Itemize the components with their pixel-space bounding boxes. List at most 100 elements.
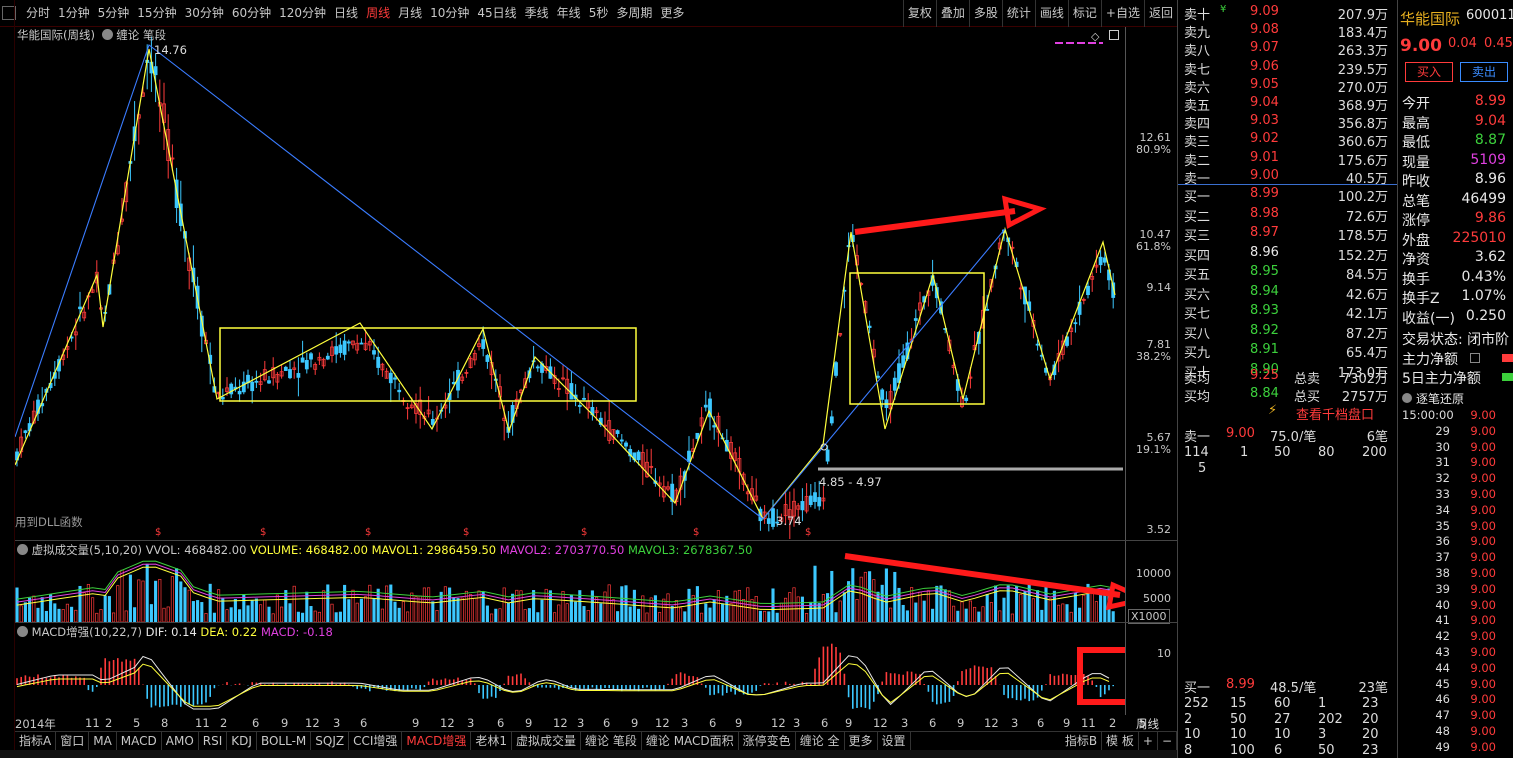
- panel-toggle-icon[interactable]: [1109, 30, 1119, 40]
- indicator-tab-right[interactable]: −: [1158, 731, 1177, 751]
- period-tab[interactable]: 45日线: [473, 0, 520, 27]
- time-axis: 2014年 11 2 5 8 11 2 6 9 12 3 6 9 12 3 6 9 12 3 6 9 12 3 6 9 12 3 6 9…: [15, 715, 1177, 731]
- indicator-tab[interactable]: 窗口: [56, 731, 90, 751]
- period-tab[interactable]: 60分钟: [228, 0, 275, 27]
- period-tab[interactable]: 月线: [394, 0, 426, 27]
- ask-row[interactable]: 卖五 9.04 368.9万: [1178, 95, 1398, 114]
- period-tab[interactable]: 周线: [362, 0, 394, 27]
- bid-row[interactable]: 买五 8.95 84.5万: [1178, 264, 1398, 283]
- indicator-tab[interactable]: 指标A: [15, 731, 57, 751]
- period-tab[interactable]: 5秒: [585, 0, 613, 27]
- volume-bar: [1031, 598, 1035, 623]
- volume-bar: [910, 587, 914, 623]
- candle-body: [485, 355, 490, 362]
- quote-field-label: 最低: [1402, 135, 1430, 151]
- buy-button[interactable]: 买入: [1405, 62, 1453, 82]
- quote-field-value: 0.250: [1465, 307, 1506, 324]
- indicator-tab-right[interactable]: +: [1139, 731, 1158, 751]
- indicator-tab[interactable]: MA: [89, 731, 117, 751]
- bid-row[interactable]: 买一 8.99 100.2万: [1178, 186, 1398, 205]
- volume-bar: [338, 611, 342, 623]
- vol-title[interactable]: 虚拟成交量(5,10,20): [32, 543, 142, 557]
- ask-row[interactable]: 卖二 9.01 175.6万: [1178, 150, 1398, 169]
- ask-row[interactable]: 卖七 9.06 239.5万: [1178, 59, 1398, 78]
- indicator-name[interactable]: 缠论 笔段: [116, 28, 166, 42]
- indicator-tab[interactable]: 涨停变色: [739, 731, 796, 751]
- period-tab[interactable]: 季线: [521, 0, 553, 27]
- price-change-pct: 0.45: [1484, 36, 1513, 51]
- macd-dropdown-icon[interactable]: [17, 626, 28, 637]
- period-tab[interactable]: 多周期: [612, 0, 656, 27]
- bid-row[interactable]: 买四 8.96 152.2万: [1178, 245, 1398, 264]
- volume-bar: [901, 604, 905, 623]
- sell-button[interactable]: 卖出: [1460, 62, 1508, 82]
- toolbar-button[interactable]: 标记: [1067, 0, 1101, 27]
- diamond-icon[interactable]: ◇: [1091, 30, 1099, 43]
- toolbar-button[interactable]: 复权: [902, 0, 936, 27]
- toolbar-button[interactable]: 统计: [1001, 0, 1035, 27]
- period-tab[interactable]: 120分钟: [275, 0, 330, 27]
- period-tab[interactable]: 30分钟: [181, 0, 228, 27]
- toolbar-button[interactable]: +自选: [1100, 0, 1144, 27]
- bid-volume: 87.2万: [1346, 326, 1388, 342]
- ask-row[interactable]: 卖三 9.02 360.6万: [1178, 131, 1398, 150]
- bid-row[interactable]: 买六 8.94 42.6万: [1178, 284, 1398, 303]
- indicator-tab[interactable]: MACD增强: [402, 731, 472, 751]
- period-tab[interactable]: 10分钟: [426, 0, 473, 27]
- indicator-tab-right[interactable]: 指标B: [1061, 731, 1103, 751]
- thousand-depth-link[interactable]: 查看千档盘口: [1296, 404, 1374, 423]
- volume-bar: [162, 607, 166, 623]
- period-tab[interactable]: 5分钟: [94, 0, 134, 27]
- indicator-tab[interactable]: 缠论 笔段: [581, 731, 642, 751]
- volume-bar: [1002, 597, 1006, 623]
- toolbar-button[interactable]: 叠加: [935, 0, 969, 27]
- indicator-tab[interactable]: 老林1: [471, 731, 513, 751]
- bid-row[interactable]: 买七 8.93 42.1万: [1178, 303, 1398, 322]
- indicator-tab[interactable]: AMO: [162, 731, 199, 751]
- indicator-tab[interactable]: RSI: [199, 731, 228, 751]
- volume-bar: [817, 603, 821, 623]
- toolbar-button[interactable]: 多股: [968, 0, 1002, 27]
- indicator-tab[interactable]: SQJZ: [311, 731, 350, 751]
- toolbar-button[interactable]: 返回: [1143, 0, 1177, 27]
- period-tab[interactable]: 1分钟: [54, 0, 94, 27]
- volume-bar: [133, 607, 137, 623]
- toolbar-button[interactable]: 画线: [1034, 0, 1068, 27]
- tick-price: 9.00: [1470, 566, 1496, 580]
- bid-row[interactable]: 买二 8.98 72.6万: [1178, 206, 1398, 225]
- main-net-icon[interactable]: [1470, 353, 1480, 363]
- period-tab[interactable]: 更多: [656, 0, 688, 27]
- period-tab[interactable]: 15分钟: [133, 0, 180, 27]
- indicator-tab[interactable]: 缠论 全: [796, 731, 845, 751]
- indicator-tab[interactable]: KDJ: [227, 731, 257, 751]
- indicator-tab[interactable]: MACD: [117, 731, 162, 751]
- indicator-tab[interactable]: 设置: [878, 731, 911, 751]
- indicator-tab[interactable]: 缠论 MACD面积: [642, 731, 739, 751]
- period-tab[interactable]: 年线: [553, 0, 585, 27]
- indicator-tab-right[interactable]: 模 板: [1102, 731, 1139, 751]
- vol-dropdown-icon[interactable]: [17, 544, 28, 555]
- macd-title[interactable]: MACD增强(10,22,7): [32, 625, 142, 639]
- time-axis-label: 12: [984, 716, 999, 730]
- ask-row[interactable]: 卖八 9.07 263.3万: [1178, 40, 1398, 59]
- period-tab[interactable]: 日线: [330, 0, 362, 27]
- volume-bar: [86, 584, 90, 623]
- ask-row[interactable]: 卖十 ¥9.09 207.9万: [1178, 4, 1398, 23]
- period-tab[interactable]: 分时: [22, 0, 54, 27]
- bid-row[interactable]: 买九 8.91 65.4万: [1178, 342, 1398, 361]
- avg-label: 卖均: [1184, 372, 1211, 387]
- indicator-tab[interactable]: 更多: [845, 731, 878, 751]
- indicator-tab[interactable]: BOLL-M: [257, 731, 312, 751]
- queue-cell: 80: [1318, 445, 1335, 460]
- indicator-tab[interactable]: 虚拟成交量: [512, 731, 582, 751]
- ticks-toggle-icon[interactable]: [1402, 393, 1412, 403]
- ask-row[interactable]: 卖四 9.03 356.8万: [1178, 113, 1398, 132]
- ask-row[interactable]: 卖六 9.05 270.0万: [1178, 77, 1398, 96]
- indicator-dropdown-icon[interactable]: [101, 29, 113, 40]
- bid-row[interactable]: 买三 8.97 178.5万: [1178, 225, 1398, 244]
- bid-row[interactable]: 买八 8.92 87.2万: [1178, 323, 1398, 342]
- ask-row[interactable]: 卖九 9.08 183.4万: [1178, 22, 1398, 41]
- quote-field-label: 涨停: [1402, 213, 1430, 229]
- indicator-tab[interactable]: CCI增强: [349, 731, 403, 751]
- volume-bar: [401, 601, 405, 623]
